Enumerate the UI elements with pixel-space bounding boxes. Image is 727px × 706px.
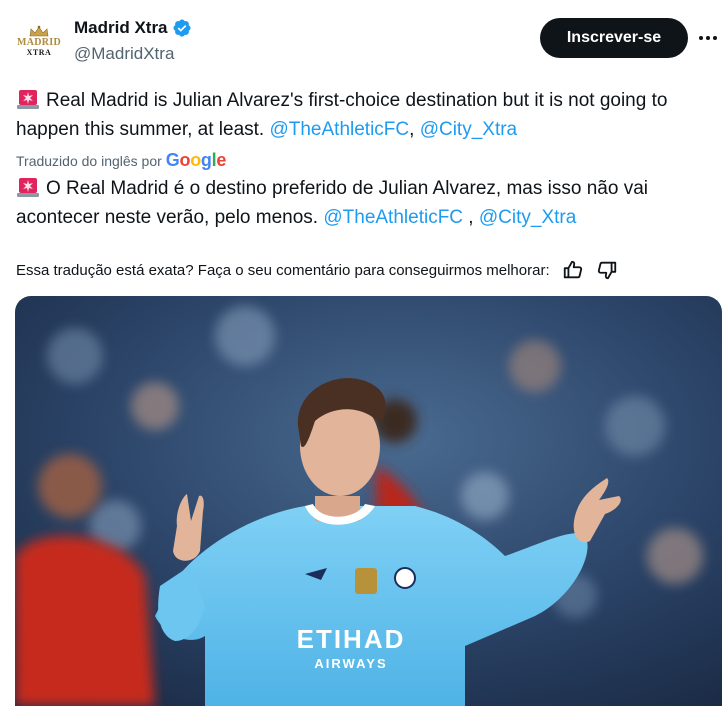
player-photo: ETIHAD AIRWAYS xyxy=(15,296,722,706)
thumbs-down-icon[interactable] xyxy=(596,259,618,281)
author-handle[interactable]: @MadridXtra xyxy=(74,44,192,64)
feedback-question: Essa tradução está exata? Faça o seu com… xyxy=(16,261,550,279)
tweet-original-text: Real Madrid is Julian Alvarez's first-ch… xyxy=(16,90,668,140)
thumbs-up-icon[interactable] xyxy=(562,259,584,281)
translation-feedback: Essa tradução está exata? Faça o seu com… xyxy=(16,258,716,282)
more-horizontal-icon[interactable] xyxy=(694,24,722,52)
author-display-name[interactable]: Madrid Xtra xyxy=(74,18,168,38)
mention-link[interactable]: @City_Xtra xyxy=(479,207,576,228)
avatar-logo-top: MADRID xyxy=(16,37,62,48)
police-siren-icon xyxy=(17,90,39,109)
avatar-logo-bottom: XTRA xyxy=(26,48,52,57)
mention-link[interactable]: @TheAthleticFC xyxy=(269,119,409,140)
police-siren-icon xyxy=(17,178,39,197)
author-avatar[interactable]: MADRID XTRA xyxy=(14,16,64,66)
shirt-sponsor-sub: AIRWAYS xyxy=(314,656,387,671)
author-info: Madrid Xtra @MadridXtra xyxy=(74,16,192,64)
subscribe-button[interactable]: Inscrever-se xyxy=(540,18,688,58)
tweet-header: MADRID XTRA Madrid Xtra @MadridXtra Insc… xyxy=(0,0,727,78)
verified-badge-icon[interactable] xyxy=(172,18,192,38)
shirt-sponsor-main: ETIHAD xyxy=(297,624,406,654)
google-logo[interactable]: Google xyxy=(166,150,227,171)
crown-icon xyxy=(29,25,49,37)
translated-by: Traduzido do inglês por Google xyxy=(16,150,226,171)
mention-link[interactable]: @City_Xtra xyxy=(420,119,517,140)
tweet-translated-text: O Real Madrid é o destino preferido de J… xyxy=(16,178,648,228)
tweet-media-image[interactable]: ETIHAD AIRWAYS xyxy=(15,296,722,706)
mention-link[interactable]: @TheAthleticFC xyxy=(323,207,463,228)
translated-by-label: Traduzido do inglês por xyxy=(16,152,162,169)
